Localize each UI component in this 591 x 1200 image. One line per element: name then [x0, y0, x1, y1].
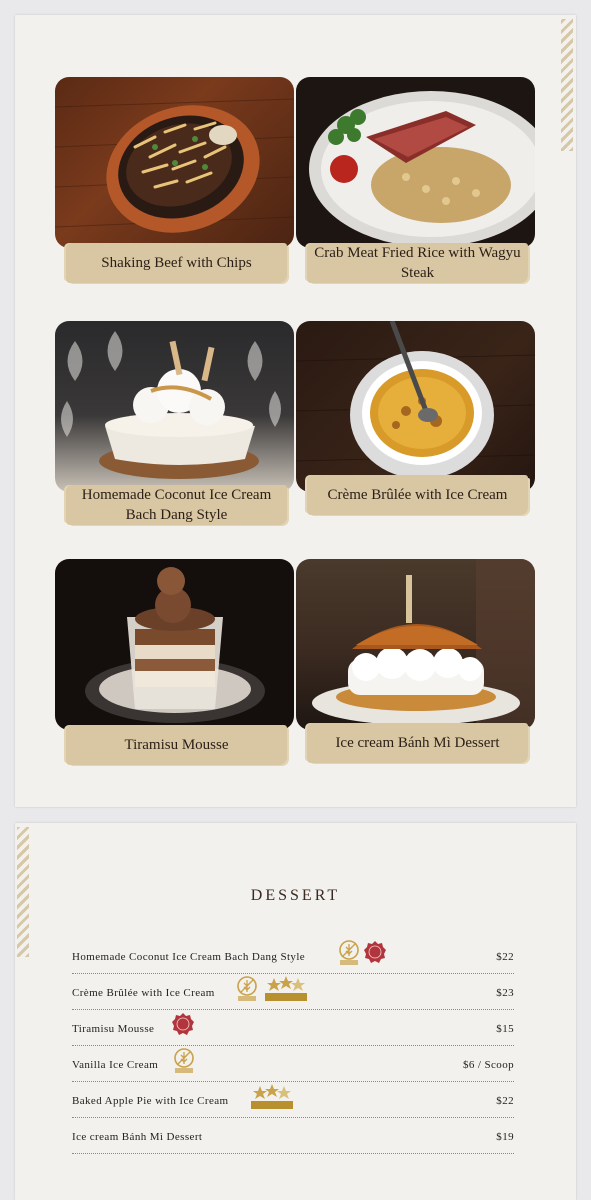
- dish-photo-banh-mi-dessert: [296, 559, 535, 730]
- menu-item-row[interactable]: Homemade Coconut Ice Cream Bach Dang Sty…: [72, 937, 514, 974]
- dish-caption: Shaking Beef with Chips: [66, 243, 287, 283]
- menu-item-price: $23: [496, 987, 514, 999]
- dish-caption: Crab Meat Fried Rice with Wagyu Steak: [307, 243, 528, 283]
- menu-item-price: $22: [496, 1095, 514, 1107]
- gluten-free-icon: [173, 1048, 195, 1077]
- recommended-icon: [264, 976, 308, 1005]
- menu-section-title: DESSERT: [250, 887, 341, 904]
- gluten-free-icon: [236, 976, 258, 1005]
- gallery-page: Shaking Beef with Chips Crab Meat Fried …: [15, 15, 576, 807]
- dessert-menu-page: DESSERT Homemade Coconut Ice Cream Bach …: [15, 823, 576, 1200]
- menu-item-row[interactable]: Crème Brûlée with Ice Cream $23: [72, 973, 514, 1010]
- menu-item-name: Baked Apple Pie with Ice Cream: [72, 1095, 229, 1107]
- menu-item-price: $19: [496, 1131, 514, 1143]
- menu-item-name: Tiramisu Mousse: [72, 1023, 155, 1035]
- vegetarian-icon: [363, 940, 387, 967]
- menu-item-price: $6 / Scoop: [462, 1059, 514, 1071]
- dish-photo-crab-fried-rice: [296, 77, 535, 248]
- menu-item-row[interactable]: Baked Apple Pie with Ice Cream $22: [72, 1081, 514, 1118]
- gluten-free-icon: [338, 940, 360, 969]
- menu-item-name: Vanilla Ice Cream: [72, 1059, 159, 1071]
- menu-item-row[interactable]: Vanilla Ice Cream $6 / Scoop: [72, 1045, 514, 1082]
- decorative-stripes: [561, 19, 573, 151]
- recommended-icon: [250, 1084, 294, 1113]
- dish-photo-shaking-beef: [55, 77, 294, 248]
- menu-item-row[interactable]: Ice cream Bánh Mì Dessert $19: [72, 1117, 514, 1154]
- menu-item-name: Crème Brûlée with Ice Cream: [72, 987, 215, 999]
- menu-item-row[interactable]: Tiramisu Mousse $15: [72, 1009, 514, 1046]
- menu-item-price: $15: [496, 1023, 514, 1035]
- vegetarian-icon: [171, 1012, 195, 1039]
- dish-photo-coconut-ice-cream: [55, 321, 294, 492]
- menu-item-price: $22: [496, 951, 514, 963]
- dish-caption: Tiramisu Mousse: [66, 725, 287, 765]
- dish-caption: Crème Brûlée with Ice Cream: [307, 475, 528, 515]
- dish-caption: Homemade Coconut Ice Cream Bach Dang Sty…: [66, 485, 287, 525]
- menu-item-name: Ice cream Bánh Mì Dessert: [72, 1131, 203, 1143]
- dish-photo-tiramisu: [55, 559, 294, 730]
- menu-item-name: Homemade Coconut Ice Cream Bach Dang Sty…: [72, 951, 306, 963]
- dish-caption: Ice cream Bánh Mì Dessert: [307, 723, 528, 763]
- dish-photo-creme-brulee: [296, 321, 535, 492]
